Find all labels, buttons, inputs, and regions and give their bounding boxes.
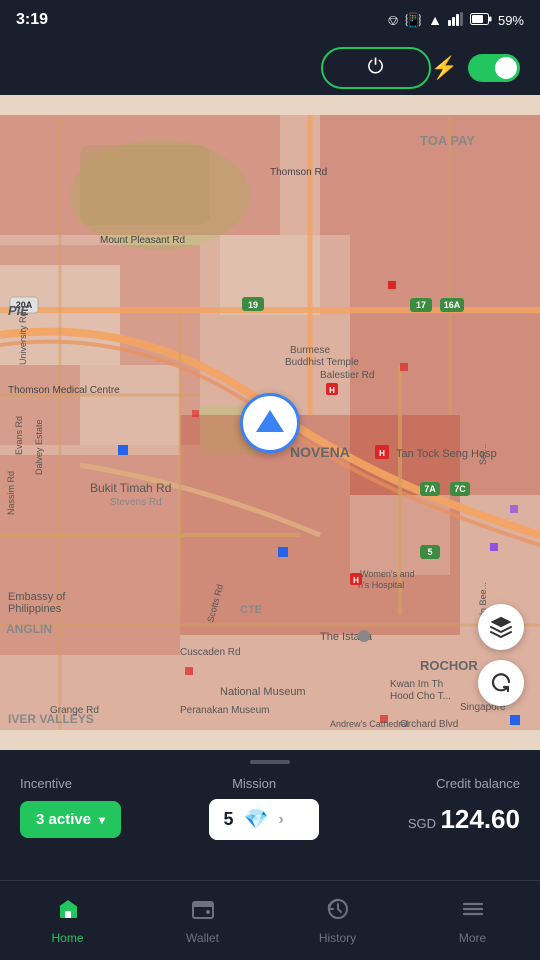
home-icon bbox=[56, 897, 80, 927]
svg-text:Dalvey Estate: Dalvey Estate bbox=[34, 419, 44, 475]
svg-text:ANGLIN: ANGLIN bbox=[6, 622, 52, 636]
credit-amount: 124.60 bbox=[440, 804, 520, 834]
nav-home-label: Home bbox=[51, 931, 83, 945]
battery-icon bbox=[470, 13, 492, 28]
history-icon bbox=[326, 897, 350, 927]
svg-text:16A: 16A bbox=[444, 300, 461, 310]
mission-label: Mission bbox=[232, 776, 276, 791]
svg-text:Stevens Rd: Stevens Rd bbox=[110, 497, 162, 508]
nav-more[interactable]: More bbox=[405, 881, 540, 960]
svg-text:Evans Rd: Evans Rd bbox=[14, 416, 24, 455]
nav-more-label: More bbox=[459, 931, 486, 945]
svg-text:National Museum: National Museum bbox=[220, 686, 306, 698]
svg-text:TOA PAY: TOA PAY bbox=[420, 133, 475, 148]
bottom-navigation: Home Wallet History bbox=[0, 880, 540, 960]
lightning-icon: ⚡ bbox=[431, 55, 458, 81]
nav-wallet[interactable]: Wallet bbox=[135, 881, 270, 960]
svg-text:ROCHOR: ROCHOR bbox=[420, 658, 478, 673]
svg-text:Hood Cho T...: Hood Cho T... bbox=[390, 691, 451, 702]
credit-label: Credit balance bbox=[436, 776, 520, 791]
svg-text:Thomson Rd: Thomson Rd bbox=[270, 167, 327, 178]
map-refresh-button[interactable] bbox=[478, 660, 524, 706]
power-icon: ⏻ bbox=[368, 56, 384, 79]
svg-text:Kwan Im Th: Kwan Im Th bbox=[390, 679, 443, 690]
bluetooth-icon: ⎊ bbox=[387, 12, 398, 29]
svg-text:19: 19 bbox=[248, 300, 258, 310]
map-layers-button[interactable] bbox=[478, 604, 524, 650]
svg-text:17: 17 bbox=[416, 300, 426, 310]
active-incentive-button[interactable]: 3 active ▾ bbox=[20, 801, 121, 838]
credit-value-container: SGD 124.60 bbox=[408, 804, 520, 835]
svg-text:Cuscaden Rd: Cuscaden Rd bbox=[180, 647, 241, 658]
navigation-arrow bbox=[240, 393, 300, 453]
svg-text:University Rd: University Rd bbox=[18, 311, 28, 365]
top-controls: ⏻ ⚡ bbox=[0, 40, 540, 95]
nav-home[interactable]: Home bbox=[0, 881, 135, 960]
svg-text:H: H bbox=[353, 576, 359, 585]
credit-currency: SGD bbox=[408, 816, 436, 831]
status-icons: ⎊ 📳 ▲ 59% bbox=[387, 12, 524, 29]
svg-text:Buddhist Temple: Buddhist Temple bbox=[285, 357, 359, 368]
mission-arrow-icon: › bbox=[278, 811, 283, 829]
chevron-down-icon: ▾ bbox=[99, 813, 105, 827]
svg-text:Orchard Blvd: Orchard Blvd bbox=[400, 719, 458, 730]
mission-box[interactable]: 5 💎 › bbox=[209, 799, 319, 840]
svg-text:Mount Pleasant Rd: Mount Pleasant Rd bbox=[100, 235, 185, 246]
svg-text:Andrew's Cathedral: Andrew's Cathedral bbox=[330, 719, 408, 729]
svg-text:n's Hospital: n's Hospital bbox=[358, 580, 404, 590]
diamond-icon: 💎 bbox=[243, 807, 268, 832]
panel-values-row: 3 active ▾ 5 💎 › SGD 124.60 bbox=[20, 799, 520, 840]
svg-text:Thomson Medical Centre: Thomson Medical Centre bbox=[8, 385, 120, 396]
svg-text:7A: 7A bbox=[424, 484, 436, 494]
svg-text:Balestier Rd: Balestier Rd bbox=[320, 370, 374, 381]
nav-history[interactable]: History bbox=[270, 881, 405, 960]
svg-text:Embassy of: Embassy of bbox=[8, 591, 66, 603]
status-bar: 3:19 ⎊ 📳 ▲ 59% bbox=[0, 0, 540, 40]
battery-percentage: 59% bbox=[498, 13, 524, 28]
vibration-icon: 📳 bbox=[405, 12, 422, 29]
svg-text:Burmese: Burmese bbox=[290, 345, 330, 356]
nav-wallet-label: Wallet bbox=[186, 931, 219, 945]
svg-text:Ser...: Ser... bbox=[478, 444, 488, 465]
arrow-icon bbox=[256, 410, 284, 432]
svg-text:Women's and: Women's and bbox=[360, 569, 415, 579]
wifi-icon: ▲ bbox=[428, 12, 442, 28]
svg-text:H: H bbox=[379, 449, 385, 458]
svg-text:5: 5 bbox=[427, 547, 432, 557]
svg-text:Bukit Timah Rd: Bukit Timah Rd bbox=[90, 481, 171, 495]
svg-text:Philippines: Philippines bbox=[8, 603, 62, 615]
svg-text:Peranakan Museum: Peranakan Museum bbox=[180, 705, 270, 716]
wallet-icon bbox=[191, 897, 215, 927]
status-time: 3:19 bbox=[16, 11, 48, 29]
map-area[interactable]: 19 17 16A 7A 7C 5 20A PIE Mount Pleasant… bbox=[0, 95, 540, 750]
panel-labels-row: Incentive Mission Credit balance bbox=[20, 776, 520, 791]
active-count-text: 3 active bbox=[36, 811, 91, 828]
incentive-label: Incentive bbox=[20, 776, 72, 791]
nav-history-label: History bbox=[319, 931, 356, 945]
power-toggle[interactable] bbox=[468, 54, 520, 82]
svg-text:H: H bbox=[329, 386, 335, 395]
power-button[interactable]: ⏻ bbox=[321, 47, 431, 89]
signal-icon bbox=[448, 12, 464, 29]
right-controls: ⚡ bbox=[431, 54, 520, 82]
more-icon bbox=[461, 897, 485, 927]
panel-content: Incentive Mission Credit balance 3 activ… bbox=[0, 764, 540, 840]
svg-text:Grange Rd: Grange Rd bbox=[50, 705, 99, 716]
svg-text:7C: 7C bbox=[454, 484, 466, 494]
svg-text:CTE: CTE bbox=[240, 604, 262, 616]
mission-count: 5 bbox=[223, 809, 233, 830]
svg-text:NOVENA: NOVENA bbox=[290, 444, 350, 460]
svg-text:Nassim Rd: Nassim Rd bbox=[6, 471, 16, 515]
